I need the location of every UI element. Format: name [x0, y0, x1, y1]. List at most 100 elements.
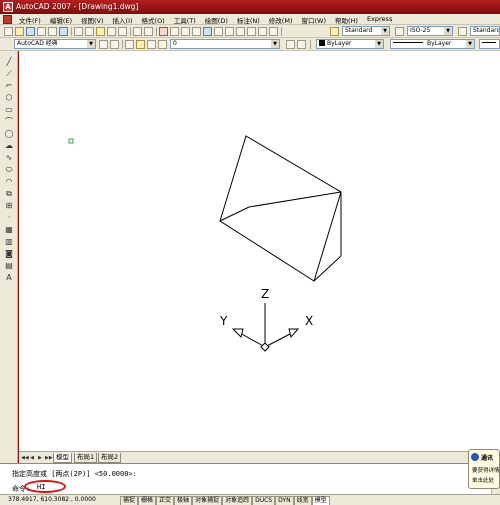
menu-edit[interactable]: 编辑(E) — [50, 15, 72, 25]
open-folder-icon[interactable] — [15, 27, 24, 36]
help-icon[interactable] — [269, 27, 278, 36]
markup-icon[interactable] — [247, 27, 256, 36]
dyn-toggle[interactable]: DYN — [275, 496, 294, 505]
linetype-select[interactable]: ByLayer ▼ — [390, 39, 475, 49]
osnap-toggle[interactable]: 对象捕捉 — [192, 496, 223, 505]
new-file-icon[interactable] — [4, 27, 13, 36]
cut-icon[interactable] — [74, 27, 83, 36]
snap-toggle[interactable]: 捕捉 — [120, 496, 139, 505]
line-tool-icon[interactable]: ╱ — [4, 57, 14, 67]
grid-toggle[interactable]: 栅格 — [138, 496, 157, 505]
undo-icon[interactable] — [133, 27, 142, 36]
paste-icon[interactable] — [96, 27, 105, 36]
block-editor-icon[interactable] — [118, 27, 127, 36]
menu-insert[interactable]: 插入(I) — [113, 15, 133, 25]
point-icon[interactable]: · — [4, 213, 14, 223]
tool-palettes-icon[interactable] — [225, 27, 234, 36]
color-select[interactable]: ByLayer ▼ — [316, 39, 384, 49]
tab-layout1[interactable]: 布局1 — [74, 453, 98, 463]
table-style-select[interactable]: Standard — [470, 26, 500, 36]
table-style-icon[interactable] — [458, 27, 467, 36]
multiline-text-icon[interactable]: A — [4, 273, 14, 283]
drawing-document-icon[interactable] — [3, 15, 12, 24]
drawing-area[interactable]: Z Y X — [19, 51, 500, 451]
construction-line-icon[interactable]: ⟋ — [4, 69, 14, 79]
model-toggle[interactable]: 模型 — [311, 496, 330, 505]
layer-freeze-sun-icon[interactable] — [147, 40, 156, 49]
layer-on-bulb-icon[interactable] — [136, 40, 145, 49]
ducs-toggle[interactable]: DUCS — [252, 496, 276, 505]
wedge-solid — [219, 135, 342, 282]
menu-express[interactable]: Express — [367, 15, 392, 25]
copy-icon[interactable] — [85, 27, 94, 36]
workspace-settings-icon[interactable] — [99, 40, 108, 49]
gradient-icon[interactable]: ▥ — [4, 237, 14, 247]
grip-marker — [68, 138, 74, 144]
polyline-icon[interactable]: ⌐ — [4, 81, 14, 91]
menu-window[interactable]: 窗口(W) — [301, 15, 326, 25]
lineweight-toggle[interactable]: 线宽 — [293, 496, 312, 505]
otrack-toggle[interactable]: 对象追踪 — [222, 496, 253, 505]
menu-dimension[interactable]: 标注(N) — [237, 15, 260, 25]
menu-format[interactable]: 格式(O) — [142, 15, 165, 25]
my-workspace-icon[interactable] — [110, 40, 119, 49]
polar-toggle[interactable]: 极轴 — [174, 496, 193, 505]
make-block-icon[interactable]: ⊞ — [4, 201, 14, 211]
tab-layout2[interactable]: 布局2 — [98, 453, 122, 463]
ellipse-icon[interactable]: ⬭ — [4, 165, 14, 175]
region-icon[interactable]: ◙ — [4, 249, 14, 259]
make-object-layer-current-icon[interactable] — [286, 40, 295, 49]
ellipse-arc-icon[interactable]: ◠ — [4, 177, 14, 187]
next-tab-icon[interactable]: ▶ — [37, 454, 43, 462]
layer-select[interactable]: 0 ▼ — [170, 39, 280, 49]
last-tab-icon[interactable]: ▶▶ — [45, 454, 53, 462]
pan-icon[interactable] — [159, 27, 168, 36]
rectangle-icon[interactable]: ▭ — [4, 105, 14, 115]
lineweight-select[interactable] — [479, 39, 500, 49]
zoom-window-icon[interactable] — [181, 27, 190, 36]
dim-style-icon[interactable] — [395, 27, 404, 36]
table-icon[interactable]: ▤ — [4, 261, 14, 271]
redo-icon[interactable] — [144, 27, 153, 36]
zoom-previous-icon[interactable] — [192, 27, 201, 36]
hatch-icon[interactable]: ▦ — [4, 225, 14, 235]
revision-cloud-icon[interactable]: ☁ — [4, 141, 14, 151]
dim-style-select[interactable]: ISO-25 ▼ — [407, 26, 453, 36]
chevron-down-icon: ▼ — [271, 40, 279, 48]
layer-previous-icon[interactable] — [297, 40, 306, 49]
save-icon[interactable] — [26, 27, 35, 36]
zoom-realtime-icon[interactable] — [170, 27, 179, 36]
autocad-logo-icon[interactable]: A — [3, 2, 13, 12]
publish-icon[interactable] — [59, 27, 68, 36]
notification-line: 单击此处 — [472, 478, 495, 484]
plot-preview-icon[interactable] — [48, 27, 57, 36]
menu-help[interactable]: 帮助(H) — [335, 15, 358, 25]
menu-modify[interactable]: 修改(M) — [269, 15, 293, 25]
layer-manager-icon[interactable] — [125, 40, 134, 49]
workspace-select[interactable]: AutoCAD 经典 ▼ — [14, 39, 96, 49]
layer-lock-icon[interactable] — [158, 40, 167, 49]
tab-model[interactable]: 模型 — [53, 453, 72, 463]
spline-icon[interactable]: ∿ — [4, 153, 14, 163]
text-style-select[interactable]: Standard ▼ — [342, 26, 390, 36]
ortho-toggle[interactable]: 正交 — [156, 496, 175, 505]
previous-tab-icon[interactable]: ◀ — [29, 454, 35, 462]
sheet-set-icon[interactable] — [236, 27, 245, 36]
circle-icon[interactable]: ◯ — [4, 129, 14, 139]
menu-tools[interactable]: 工具(T) — [174, 15, 196, 25]
insert-block-icon[interactable]: ⧉ — [4, 189, 14, 199]
print-icon[interactable] — [37, 27, 46, 36]
first-tab-icon[interactable]: ◀◀ — [21, 454, 29, 462]
match-properties-icon[interactable] — [107, 27, 116, 36]
menu-view[interactable]: 视图(V) — [81, 15, 104, 25]
text-style-icon[interactable] — [330, 27, 339, 36]
menu-file[interactable]: 文件(F) — [19, 15, 41, 25]
menu-bar: 文件(F) 编辑(E) 视图(V) 插入(I) 格式(O) 工具(T) 绘图(D… — [0, 14, 500, 25]
calculator-icon[interactable] — [258, 27, 267, 36]
properties-icon[interactable] — [203, 27, 212, 36]
polygon-icon[interactable]: ⬡ — [4, 93, 14, 103]
notification-balloon[interactable]: 通讯 要获得详情 单击此处 — [468, 449, 500, 489]
menu-draw[interactable]: 绘图(D) — [205, 15, 228, 25]
arc-icon[interactable]: ⌒ — [4, 117, 14, 127]
design-center-icon[interactable] — [214, 27, 223, 36]
